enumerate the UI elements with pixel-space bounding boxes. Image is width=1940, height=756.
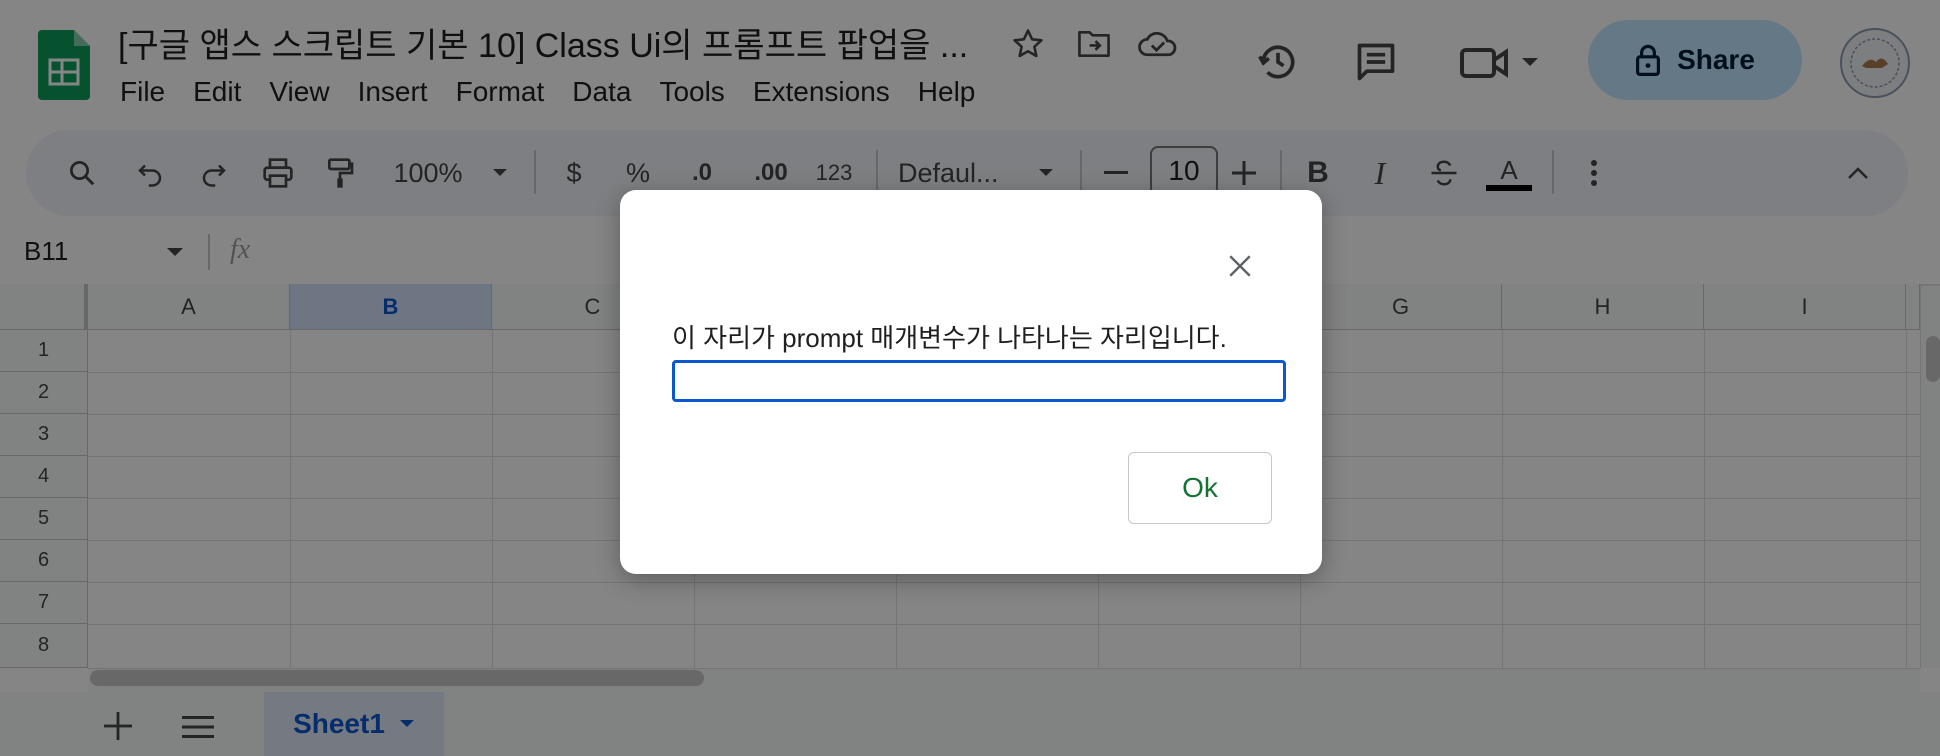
prompt-dialog: 이 자리가 prompt 매개변수가 나타나는 자리입니다. Ok xyxy=(620,190,1322,574)
prompt-message: 이 자리가 prompt 매개변수가 나타나는 자리입니다. xyxy=(672,323,1227,353)
ok-button[interactable]: Ok xyxy=(1128,452,1272,524)
prompt-input[interactable] xyxy=(672,360,1286,402)
close-icon[interactable] xyxy=(1220,246,1260,286)
